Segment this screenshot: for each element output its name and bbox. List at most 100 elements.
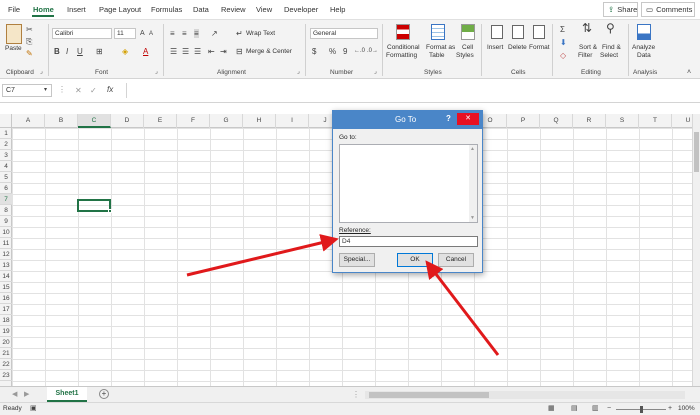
bold-button[interactable]: B [54,47,60,56]
cell-styles-icon[interactable] [461,24,475,40]
align-top-icon[interactable]: ≡ [170,29,175,38]
zoom-slider[interactable] [616,406,666,413]
row-header[interactable]: 2 [0,139,12,150]
row-header[interactable]: 21 [0,348,12,359]
vertical-scroll-thumb[interactable] [694,132,699,172]
column-header[interactable]: F [177,114,210,128]
tab-view[interactable]: View [256,5,272,14]
row-header[interactable]: 8 [0,205,12,216]
row-header[interactable]: 22 [0,359,12,370]
format-cells-button[interactable]: Format [529,44,550,52]
column-header[interactable]: A [12,114,45,128]
accessibility-icon[interactable]: ▣ [30,404,37,413]
format-as-table-label-1[interactable]: Format as [426,44,455,52]
insert-cells-icon[interactable] [491,25,503,39]
column-header[interactable]: I [276,114,309,128]
column-header[interactable]: P [507,114,540,128]
help-icon[interactable]: ? [446,114,451,123]
ok-button[interactable]: OK [397,253,433,267]
reference-input[interactable]: D4 [339,236,478,247]
cancel-entry-icon[interactable]: ✕ [75,86,82,95]
column-header[interactable]: H [243,114,276,128]
column-header[interactable]: Q [540,114,573,128]
column-header[interactable]: B [45,114,78,128]
close-button[interactable]: ✕ [457,113,479,125]
increase-indent-icon[interactable]: ⇥ [220,47,227,56]
increase-decimal-icon[interactable]: ←.0 [354,47,365,56]
scroll-sheets-left-icon[interactable]: ◀ [12,390,17,399]
scroll-sheets-right-icon[interactable]: ▶ [24,390,29,399]
tab-review[interactable]: Review [221,5,246,14]
cut-icon[interactable]: ✂ [26,25,33,34]
decrease-indent-icon[interactable]: ⇤ [208,47,215,56]
column-header[interactable]: T [639,114,672,128]
column-header[interactable]: E [144,114,177,128]
normal-view-icon[interactable]: ▦ [548,404,555,413]
font-color-icon[interactable]: A [143,47,148,56]
autosum-icon[interactable]: Σ [560,25,565,34]
row-header[interactable]: 15 [0,282,12,293]
sheet-tab-sheet1[interactable]: Sheet1 [47,387,87,402]
number-format-combo[interactable]: General [310,28,378,39]
italic-button[interactable]: I [66,47,68,56]
share-button[interactable]: ⇪ Share [603,2,638,17]
special-button[interactable]: Special... [339,253,375,267]
conditional-formatting-icon[interactable] [396,24,410,40]
row-header[interactable]: 4 [0,161,12,172]
tab-home[interactable]: Home [33,5,54,14]
tab-split-handle-icon[interactable]: ⋮ [352,390,360,399]
row-header[interactable]: 10 [0,227,12,238]
column-header[interactable]: R [573,114,606,128]
row-header[interactable]: 14 [0,271,12,282]
orientation-icon[interactable]: ↗ [211,29,218,38]
row-header[interactable]: 1 [0,128,12,139]
find-select-label-2[interactable]: Select [600,52,618,60]
row-header[interactable]: 3 [0,150,12,161]
row-header[interactable]: 9 [0,216,12,227]
format-as-table-label-2[interactable]: Table [429,52,445,60]
tab-developer[interactable]: Developer [284,5,318,14]
paste-icon[interactable] [6,24,22,44]
cell-styles-label-1[interactable]: Cell [462,44,473,52]
align-left-icon[interactable]: ☰ [170,47,177,56]
conditional-formatting-label-1[interactable]: Conditional [387,44,420,52]
decrease-decimal-icon[interactable]: .0→ [367,47,378,56]
confirm-entry-icon[interactable]: ✓ [90,86,97,95]
shrink-font-button[interactable]: A [149,30,153,39]
underline-button[interactable]: U [77,47,83,56]
sort-filter-icon[interactable]: ⇅ [582,22,592,34]
goto-list-scrollbar[interactable]: ▲ ▼ [469,145,477,222]
analyze-data-label-2[interactable]: Data [637,52,651,60]
font-launcher-icon[interactable]: ⌟ [155,68,158,77]
select-all-button[interactable] [0,114,12,128]
fill-handle[interactable] [108,209,112,213]
currency-button[interactable]: $ [312,47,316,56]
align-middle-icon[interactable]: ≡ [182,29,187,38]
row-header[interactable]: 5 [0,172,12,183]
align-bottom-icon[interactable]: ≡ [194,29,199,38]
align-right-icon[interactable]: ☰ [194,47,201,56]
scroll-down-icon[interactable]: ▼ [470,214,475,223]
page-break-view-icon[interactable]: ▥ [592,404,599,413]
fill-color-icon[interactable]: ◈ [122,47,128,56]
find-select-icon[interactable]: ⚲ [606,22,615,34]
paste-label[interactable]: Paste [5,45,22,53]
borders-icon[interactable]: ⊞ [96,47,103,56]
zoom-in-icon[interactable]: + [668,404,672,413]
column-header[interactable]: C [78,114,111,128]
font-size-combo[interactable]: 11 [114,28,136,39]
copy-icon[interactable]: ⎘ [26,37,32,46]
column-header[interactable]: G [210,114,243,128]
analyze-data-label-1[interactable]: Analyze [632,44,655,52]
merge-center-button[interactable]: Merge & Center [246,48,292,56]
column-header[interactable]: S [606,114,639,128]
row-header[interactable]: 23 [0,370,12,381]
column-header[interactable]: D [111,114,144,128]
fill-icon[interactable]: ⬇ [560,38,567,47]
zoom-out-icon[interactable]: − [607,404,611,413]
tab-page-layout[interactable]: Page Layout [99,5,141,14]
active-cell-C7[interactable] [77,199,112,213]
clear-icon[interactable]: ◇ [560,51,566,60]
dialog-title-bar[interactable]: Go To ? ✕ [333,111,482,129]
formula-input[interactable] [126,83,696,98]
